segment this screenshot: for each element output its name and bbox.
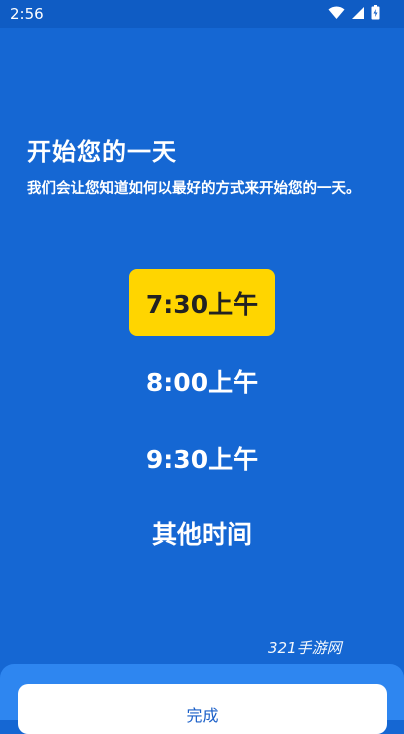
time-option-930[interactable]: 9:30上午 — [129, 424, 275, 491]
wifi-icon — [328, 5, 345, 24]
cellular-signal-icon — [351, 5, 365, 24]
time-option-other[interactable]: 其他时间 — [129, 499, 275, 566]
status-bar: 2:56 — [0, 0, 404, 28]
page-subtitle: 我们会让您知道如何以最好的方式来开始您的一天。 — [27, 181, 361, 197]
time-option-800[interactable]: 8:00上午 — [129, 347, 275, 414]
time-option-730[interactable]: 7:30上午 — [129, 269, 275, 336]
watermark: 321手游网 — [268, 639, 342, 657]
page-title: 开始您的一天 — [27, 138, 177, 166]
battery-icon — [371, 5, 380, 24]
done-button[interactable]: 完成 — [18, 684, 387, 734]
status-time: 2:56 — [10, 5, 44, 23]
status-icons — [328, 5, 380, 24]
